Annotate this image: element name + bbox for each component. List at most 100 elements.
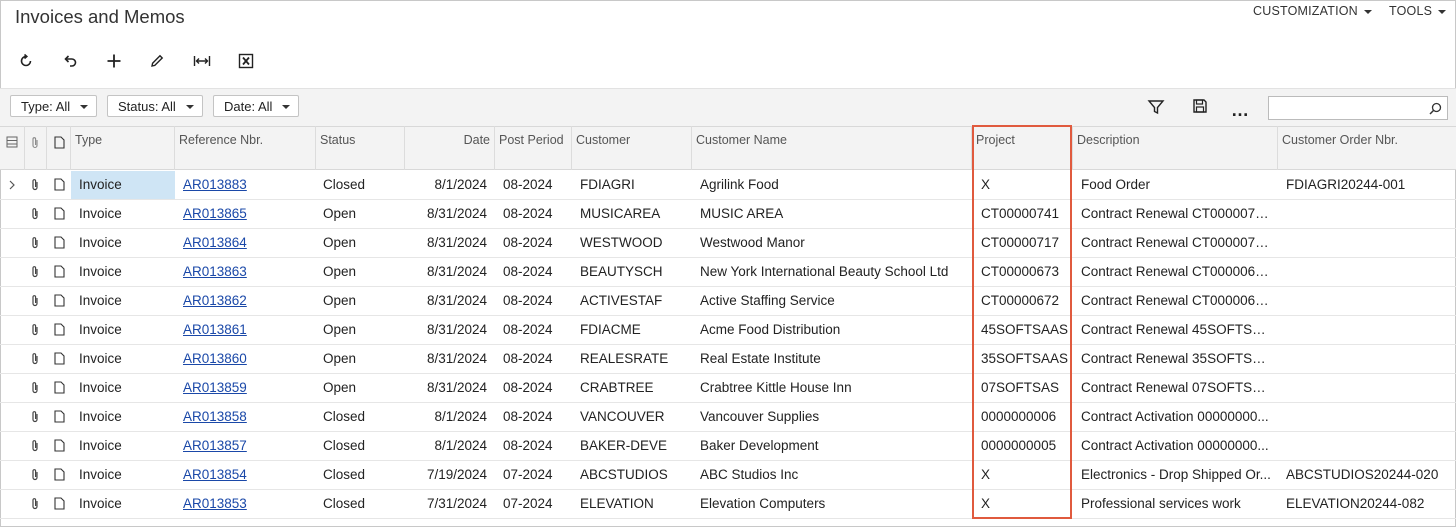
table-row[interactable]: Invoice AR013859 Open 8/31/2024 08-2024 CRABT… bbox=[0, 374, 1456, 403]
undo-button[interactable] bbox=[57, 48, 83, 74]
cell-type: Invoice bbox=[79, 467, 122, 482]
column-header-description[interactable]: Description bbox=[1073, 126, 1278, 170]
note-icon[interactable] bbox=[54, 178, 65, 191]
cell-description: Contract Renewal CT0000074... bbox=[1081, 206, 1271, 221]
cell-customer-name: Crabtree Kittle House Inn bbox=[700, 380, 852, 395]
cell-reference-nbr[interactable]: AR013862 bbox=[183, 287, 311, 315]
files-header[interactable] bbox=[25, 126, 47, 170]
paperclip-icon[interactable] bbox=[30, 439, 40, 452]
paperclip-icon[interactable] bbox=[30, 265, 40, 278]
note-icon[interactable] bbox=[54, 410, 65, 423]
edit-button[interactable] bbox=[144, 48, 170, 74]
paperclip-icon[interactable] bbox=[30, 497, 40, 510]
column-header-date[interactable]: Date bbox=[405, 126, 495, 170]
note-icon[interactable] bbox=[54, 497, 65, 510]
cell-status: Open bbox=[323, 264, 357, 279]
note-icon[interactable] bbox=[54, 294, 65, 307]
column-settings-header[interactable] bbox=[0, 126, 25, 170]
save-filter-button[interactable] bbox=[1192, 98, 1208, 114]
cell-reference-nbr[interactable]: AR013857 bbox=[183, 432, 311, 460]
cell-customer-name: ABC Studios Inc bbox=[700, 467, 799, 482]
cell-customer-order-nbr bbox=[1286, 432, 1451, 460]
table-row[interactable]: Invoice AR013861 Open 8/31/2024 08-2024 FDIAC… bbox=[0, 316, 1456, 345]
cell-reference-nbr[interactable]: AR013861 bbox=[183, 316, 311, 344]
cell-reference-nbr[interactable]: AR013853 bbox=[183, 490, 311, 518]
cell-type: Invoice bbox=[79, 177, 122, 192]
table-row[interactable]: Invoice AR013853 Closed 7/31/2024 07-2024 ELE… bbox=[0, 490, 1456, 519]
table-row[interactable]: Invoice AR013883 Closed 8/1/2024 08-2024 FDIA… bbox=[0, 171, 1456, 200]
cell-description: Contract Renewal CT0000071... bbox=[1081, 235, 1271, 250]
notes-header[interactable] bbox=[47, 126, 71, 170]
paperclip-icon[interactable] bbox=[30, 178, 40, 191]
more-options-icon[interactable]: … bbox=[1231, 100, 1250, 121]
table-row[interactable]: Invoice AR013857 Closed 8/1/2024 08-2024 BAKE… bbox=[0, 432, 1456, 461]
cell-customer-name: Elevation Computers bbox=[700, 496, 826, 511]
cell-reference-nbr[interactable]: AR013883 bbox=[183, 171, 311, 199]
column-header-status[interactable]: Status bbox=[316, 126, 405, 170]
column-header-customer-name[interactable]: Customer Name bbox=[692, 126, 972, 170]
cell-reference-nbr[interactable]: AR013863 bbox=[183, 258, 311, 286]
note-icon[interactable] bbox=[54, 207, 65, 220]
cell-project: CT00000672 bbox=[981, 293, 1060, 308]
cell-date: 8/31/2024 bbox=[426, 293, 487, 308]
search-input[interactable] bbox=[1268, 96, 1448, 120]
table-row[interactable]: Invoice AR013865 Open 8/31/2024 08-2024 MUSIC… bbox=[0, 200, 1456, 229]
cell-description: Professional services work bbox=[1081, 496, 1241, 511]
cell-reference-nbr[interactable]: AR013854 bbox=[183, 461, 311, 489]
cell-post-period: 08-2024 bbox=[503, 409, 553, 424]
table-row[interactable]: Invoice AR013863 Open 8/31/2024 08-2024 BEAUT… bbox=[0, 258, 1456, 287]
note-icon[interactable] bbox=[54, 468, 65, 481]
column-header-customer[interactable]: Customer bbox=[572, 126, 692, 170]
cell-post-period: 08-2024 bbox=[503, 438, 553, 453]
cell-type: Invoice bbox=[79, 322, 122, 337]
table-row[interactable]: Invoice AR013854 Closed 7/19/2024 07-2024 ABC… bbox=[0, 461, 1456, 490]
date-filter-label: Date: All bbox=[224, 99, 273, 114]
chevron-down-icon bbox=[282, 105, 290, 109]
cell-date: 7/31/2024 bbox=[426, 496, 487, 511]
type-filter-dropdown[interactable]: Type: All bbox=[10, 95, 97, 117]
column-header-type[interactable]: Type bbox=[71, 126, 175, 170]
paperclip-icon[interactable] bbox=[30, 294, 40, 307]
paperclip-icon[interactable] bbox=[30, 381, 40, 394]
table-row[interactable]: Invoice AR013864 Open 8/31/2024 08-2024 WESTW… bbox=[0, 229, 1456, 258]
search-icon[interactable] bbox=[1429, 102, 1442, 115]
cell-reference-nbr[interactable]: AR013864 bbox=[183, 229, 311, 257]
note-icon[interactable] bbox=[54, 352, 65, 365]
paperclip-icon[interactable] bbox=[30, 207, 40, 220]
note-icon[interactable] bbox=[54, 381, 65, 394]
table-row[interactable]: Invoice AR013862 Open 8/31/2024 08-2024 ACTIV… bbox=[0, 287, 1456, 316]
note-icon[interactable] bbox=[54, 439, 65, 452]
filter-settings-button[interactable] bbox=[1147, 98, 1165, 116]
table-row[interactable]: Invoice AR013858 Closed 8/1/2024 08-2024 VANC… bbox=[0, 403, 1456, 432]
table-row[interactable]: Invoice AR013860 Open 8/31/2024 08-2024 REALE… bbox=[0, 345, 1456, 374]
column-header-project[interactable]: Project bbox=[972, 126, 1073, 170]
cell-reference-nbr[interactable]: AR013859 bbox=[183, 374, 311, 402]
cell-reference-nbr[interactable]: AR013858 bbox=[183, 403, 311, 431]
column-header-reference-nbr[interactable]: Reference Nbr. bbox=[175, 126, 316, 170]
tools-menu[interactable]: TOOLS bbox=[1389, 4, 1447, 18]
tools-label: TOOLS bbox=[1389, 4, 1433, 18]
customization-menu[interactable]: CUSTOMIZATION bbox=[1253, 4, 1372, 18]
column-header-post-period[interactable]: Post Period bbox=[495, 126, 572, 170]
add-button[interactable] bbox=[101, 48, 127, 74]
cell-description: Contract Renewal 45SOFTSA... bbox=[1081, 322, 1271, 337]
cell-customer: BAKER-DEVE bbox=[580, 438, 668, 453]
paperclip-icon[interactable] bbox=[30, 352, 40, 365]
paperclip-icon[interactable] bbox=[30, 410, 40, 423]
paperclip-icon[interactable] bbox=[30, 468, 40, 481]
cell-customer-order-nbr bbox=[1286, 258, 1451, 286]
export-excel-button[interactable] bbox=[233, 48, 259, 74]
status-filter-dropdown[interactable]: Status: All bbox=[107, 95, 203, 117]
note-icon[interactable] bbox=[54, 323, 65, 336]
cell-reference-nbr[interactable]: AR013865 bbox=[183, 200, 311, 228]
paperclip-icon[interactable] bbox=[30, 323, 40, 336]
refresh-button[interactable] bbox=[13, 48, 39, 74]
cell-status: Closed bbox=[323, 409, 366, 424]
note-icon[interactable] bbox=[54, 236, 65, 249]
column-header-customer-order-nbr[interactable]: Customer Order Nbr. bbox=[1278, 126, 1456, 170]
cell-reference-nbr[interactable]: AR013860 bbox=[183, 345, 311, 373]
paperclip-icon[interactable] bbox=[30, 236, 40, 249]
fit-columns-button[interactable] bbox=[189, 48, 215, 74]
date-filter-dropdown[interactable]: Date: All bbox=[213, 95, 299, 117]
note-icon[interactable] bbox=[54, 265, 65, 278]
